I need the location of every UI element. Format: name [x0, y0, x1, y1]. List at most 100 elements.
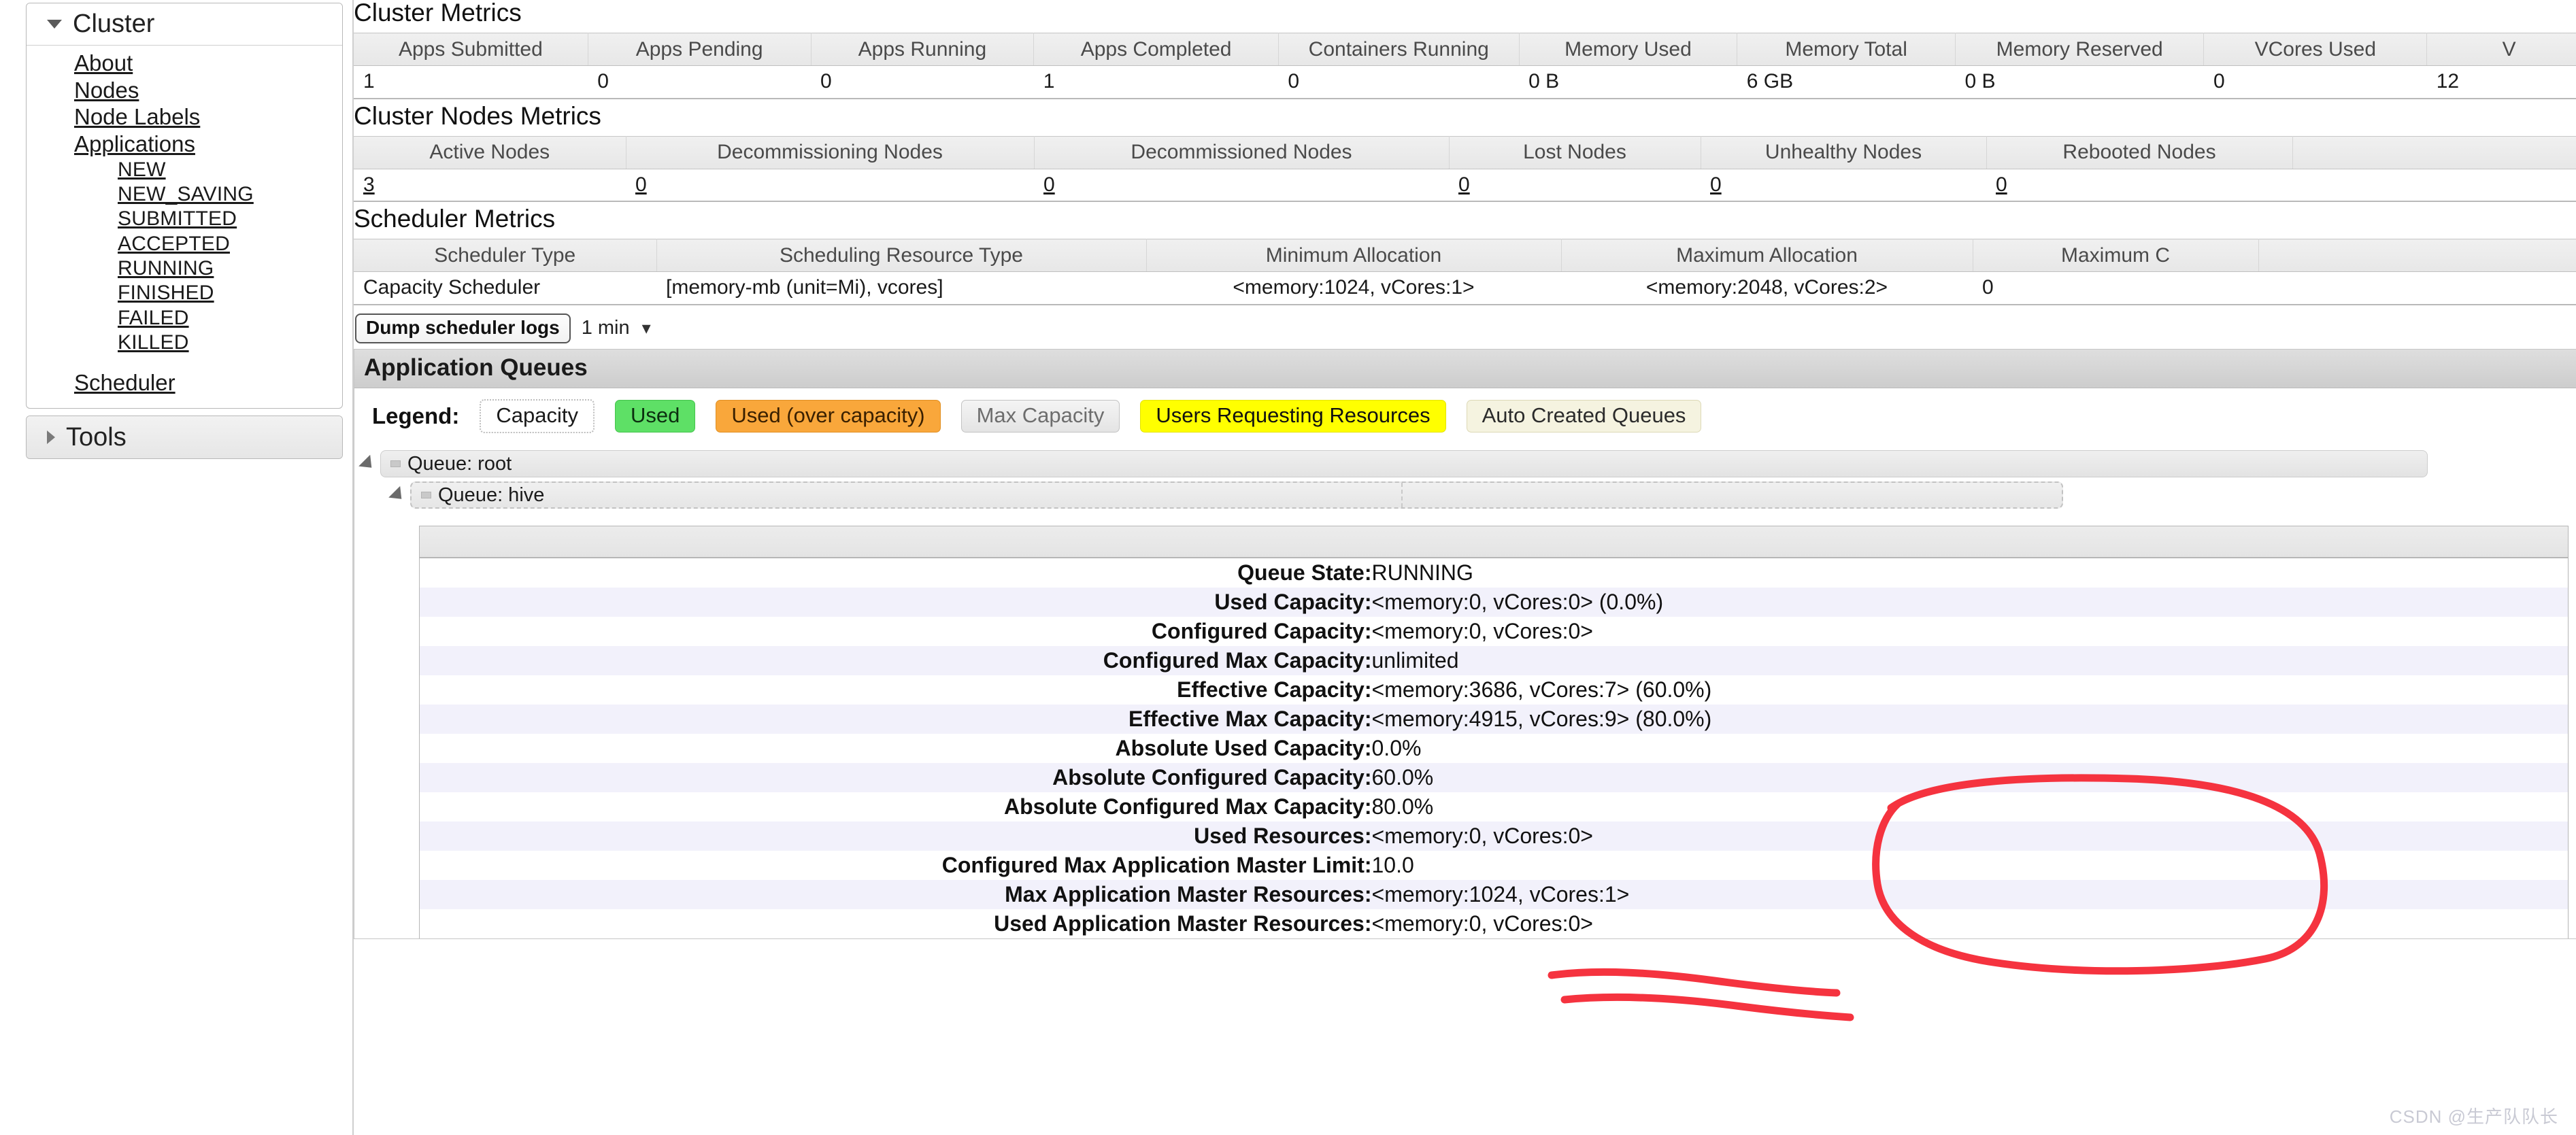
- sidebar-item-nodes[interactable]: Nodes: [27, 77, 342, 104]
- cell-apps-pending: 0: [588, 66, 811, 99]
- detail-value: 80.0%: [1372, 792, 2569, 821]
- sidebar-spacer: [27, 356, 342, 369]
- cell-decommissioned-nodes[interactable]: 0: [1034, 169, 1449, 201]
- cell-unhealthy-nodes[interactable]: 0: [1701, 169, 1986, 201]
- queue-detail-header: [419, 526, 2569, 558]
- expand-arrow-icon[interactable]: [388, 486, 407, 505]
- queue-label-root: Queue: root: [407, 453, 512, 475]
- col-memory-reserved[interactable]: Memory Reserved: [1955, 33, 2203, 66]
- col-apps-pending[interactable]: Apps Pending: [588, 33, 811, 66]
- col-vcores-total-truncated[interactable]: V: [2427, 33, 2576, 66]
- sidebar-tools-header[interactable]: Tools: [27, 416, 342, 458]
- sidebar-item-node-labels[interactable]: Node Labels: [27, 103, 342, 131]
- cell-lost-nodes[interactable]: 0: [1449, 169, 1701, 201]
- detail-value: unlimited: [1372, 646, 2569, 675]
- sidebar-tools-title: Tools: [66, 423, 127, 452]
- detail-key: Effective Capacity:: [420, 675, 1372, 705]
- detail-row-used-capacity: Used Capacity: <memory:0, vCores:0> (0.0…: [420, 588, 2569, 617]
- detail-value: <memory:0, vCores:0> (0.0%): [1372, 588, 2569, 617]
- cell-scheduler-type: Capacity Scheduler: [354, 272, 656, 305]
- col-minimum-allocation[interactable]: Minimum Allocation: [1146, 239, 1561, 272]
- sidebar-tools-block: Tools: [26, 416, 343, 459]
- detail-value: 10.0: [1372, 851, 2569, 880]
- detail-key: Queue State:: [420, 558, 1372, 588]
- detail-row-used-resources: Used Resources: <memory:0, vCores:0>: [420, 821, 2569, 851]
- col-vcores-used[interactable]: VCores Used: [2204, 33, 2427, 66]
- table-header-row: Active Nodes Decommissioning Nodes Decom…: [354, 136, 2576, 169]
- detail-row-configured-max-am-limit: Configured Max Application Master Limit:…: [420, 851, 2569, 880]
- queue-row-hive[interactable]: Queue: hive: [354, 479, 2576, 511]
- main-content: Cluster Metrics Apps Submitted Apps Pend…: [354, 0, 2576, 1135]
- col-maximum-cluster-truncated[interactable]: Maximum C: [1973, 239, 2258, 272]
- sidebar-item-applications[interactable]: Applications: [27, 131, 342, 158]
- cell-minimum-allocation: <memory:1024, vCores:1>: [1146, 272, 1561, 305]
- detail-key: Configured Max Capacity:: [420, 646, 1372, 675]
- cell-maximum-cluster-truncated: 0: [1973, 272, 2258, 305]
- chevron-down-icon: ▾: [642, 318, 651, 339]
- col-memory-used[interactable]: Memory Used: [1519, 33, 1737, 66]
- col-memory-total[interactable]: Memory Total: [1737, 33, 1956, 66]
- col-unhealthy-nodes[interactable]: Unhealthy Nodes: [1701, 136, 1986, 169]
- cell-decommissioning-nodes[interactable]: 0: [626, 169, 1034, 201]
- detail-row-configured-capacity: Configured Capacity: <memory:0, vCores:0…: [420, 617, 2569, 646]
- queue-row-root[interactable]: Queue: root: [354, 448, 2576, 479]
- sidebar-item-finished[interactable]: FINISHED: [27, 281, 342, 305]
- col-containers-running[interactable]: Containers Running: [1278, 33, 1519, 66]
- cluster-nodes-metrics-table: Active Nodes Decommissioning Nodes Decom…: [354, 136, 2576, 203]
- detail-row-absolute-configured-max-capacity: Absolute Configured Max Capacity: 80.0%: [420, 792, 2569, 821]
- sidebar-item-accepted[interactable]: ACCEPTED: [27, 232, 342, 256]
- col-decommissioning-nodes[interactable]: Decommissioning Nodes: [626, 136, 1034, 169]
- cell-memory-total: 6 GB: [1737, 66, 1956, 99]
- detail-row-absolute-used-capacity: Absolute Used Capacity: 0.0%: [420, 734, 2569, 763]
- queue-capacity-divider: [1401, 483, 1403, 507]
- sidebar-cluster-block: Cluster About Nodes Node Labels Applicat…: [26, 3, 343, 409]
- cell-active-nodes[interactable]: 3: [354, 169, 626, 201]
- col-apps-submitted[interactable]: Apps Submitted: [354, 33, 588, 66]
- queue-bar-root[interactable]: Queue: root: [380, 450, 2428, 477]
- queue-swatch-icon: [390, 460, 401, 467]
- col-apps-completed[interactable]: Apps Completed: [1034, 33, 1279, 66]
- sidebar-item-running[interactable]: RUNNING: [27, 256, 342, 281]
- detail-value: <memory:0, vCores:0>: [1372, 617, 2569, 646]
- col-apps-running[interactable]: Apps Running: [811, 33, 1034, 66]
- col-decommissioned-nodes[interactable]: Decommissioned Nodes: [1034, 136, 1449, 169]
- detail-row-absolute-configured-capacity: Absolute Configured Capacity: 60.0%: [420, 763, 2569, 792]
- detail-key: Effective Max Capacity:: [420, 705, 1372, 734]
- col-maximum-allocation[interactable]: Maximum Allocation: [1561, 239, 1973, 272]
- detail-key: Configured Max Application Master Limit:: [420, 851, 1372, 880]
- dump-interval-select[interactable]: 1 min ▾: [582, 317, 651, 339]
- col-scheduling-resource-type[interactable]: Scheduling Resource Type: [656, 239, 1146, 272]
- detail-value: <memory:4915, vCores:9> (80.0%): [1372, 705, 2569, 734]
- caret-right-icon: [47, 430, 55, 444]
- cell-memory-reserved: 0 B: [1955, 66, 2203, 99]
- application-queues-panel: Application Queues Legend: Capacity Used…: [354, 349, 2576, 940]
- dump-scheduler-bar: Dump scheduler logs 1 min ▾: [355, 314, 2576, 343]
- detail-value: RUNNING: [1372, 558, 2569, 588]
- col-nodes-pad: [2292, 136, 2576, 169]
- col-active-nodes[interactable]: Active Nodes: [354, 136, 626, 169]
- table-header-row: Apps Submitted Apps Pending Apps Running…: [354, 33, 2576, 66]
- expand-arrow-icon[interactable]: [358, 454, 378, 473]
- detail-value: <memory:3686, vCores:7> (60.0%): [1372, 675, 2569, 705]
- sidebar-item-failed[interactable]: FAILED: [27, 306, 342, 331]
- sidebar-item-killed[interactable]: KILLED: [27, 331, 342, 355]
- cell-rebooted-nodes[interactable]: 0: [1986, 169, 2292, 201]
- table-row: 1 0 0 1 0 0 B 6 GB 0 B 0 12: [354, 66, 2576, 99]
- sidebar-item-submitted[interactable]: SUBMITTED: [27, 207, 342, 231]
- cluster-metrics-table: Apps Submitted Apps Pending Apps Running…: [354, 33, 2576, 99]
- queue-bar-hive[interactable]: Queue: hive: [410, 481, 2063, 509]
- detail-row-effective-capacity: Effective Capacity: <memory:3686, vCores…: [420, 675, 2569, 705]
- sidebar-cluster-header[interactable]: Cluster: [27, 3, 342, 46]
- sidebar-item-new-saving[interactable]: NEW_SAVING: [27, 182, 342, 207]
- sidebar-item-about[interactable]: About: [27, 50, 342, 77]
- detail-key: Used Capacity:: [420, 588, 1372, 617]
- detail-value: <memory:0, vCores:0>: [1372, 909, 2569, 938]
- detail-value: <memory:0, vCores:0>: [1372, 821, 2569, 851]
- sidebar-item-scheduler[interactable]: Scheduler: [27, 369, 342, 396]
- col-lost-nodes[interactable]: Lost Nodes: [1449, 136, 1701, 169]
- cell-nodes-pad: [2292, 169, 2576, 201]
- col-scheduler-type[interactable]: Scheduler Type: [354, 239, 656, 272]
- sidebar-item-new[interactable]: NEW: [27, 158, 342, 182]
- col-rebooted-nodes[interactable]: Rebooted Nodes: [1986, 136, 2292, 169]
- dump-scheduler-logs-button[interactable]: Dump scheduler logs: [355, 314, 571, 343]
